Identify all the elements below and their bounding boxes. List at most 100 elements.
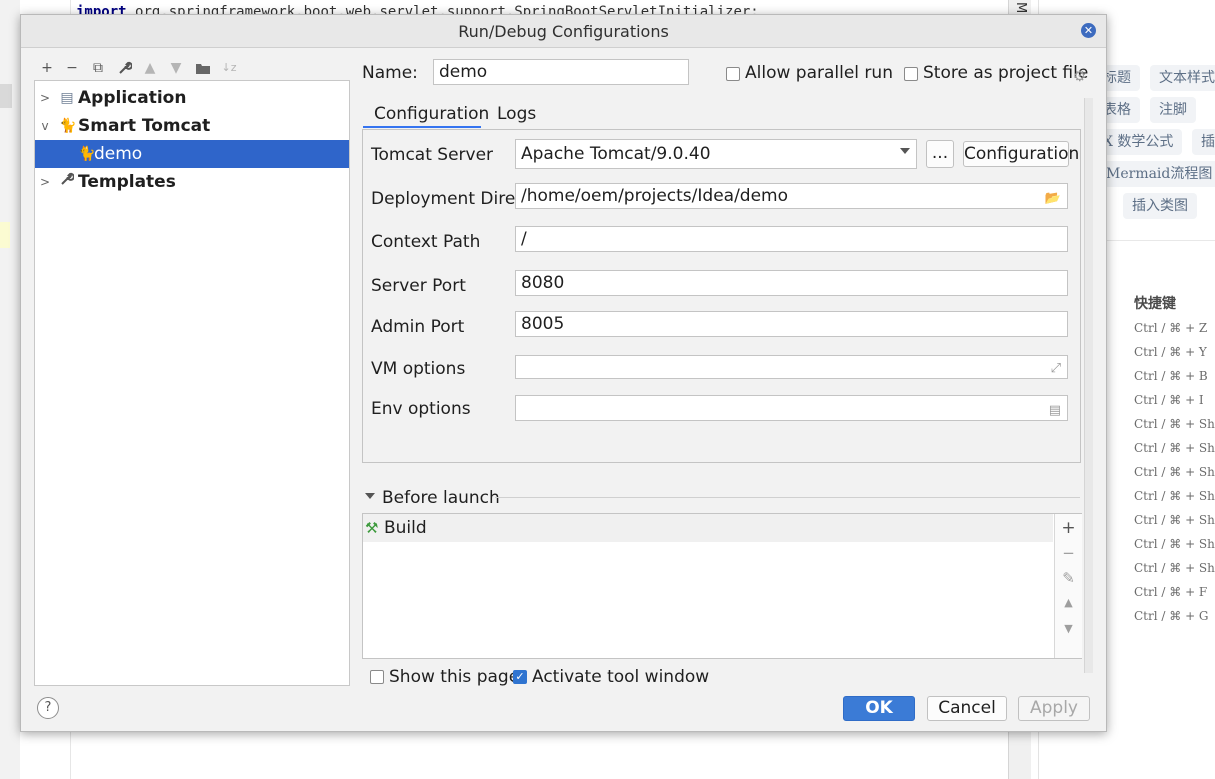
list-item[interactable]: ⚒ Build: [363, 514, 1053, 542]
expand-icon[interactable]: ⤢: [1051, 357, 1061, 378]
tree-item-label: Templates: [78, 172, 176, 192]
shortcut-item: Ctrl / ⌘ + I: [1134, 393, 1204, 407]
shortcut-item: Ctrl / ⌘ + Z: [1134, 321, 1208, 335]
shortcut-item: Ctrl / ⌘ + Shif: [1134, 537, 1215, 551]
hammer-icon: ⚒: [365, 519, 379, 537]
gear-icon[interactable]: ⚙: [1073, 67, 1086, 85]
shortcut-item: Ctrl / ⌘ + Shif: [1134, 465, 1215, 479]
chip-footnote[interactable]: 注脚: [1150, 97, 1196, 123]
activate-tool-label[interactable]: Activate tool window: [532, 667, 709, 687]
shortcut-item: Ctrl / ⌘ + Shif: [1134, 441, 1215, 455]
tomcat-server-label: Tomcat Server: [371, 145, 494, 165]
wrench-icon[interactable]: [115, 58, 135, 78]
document-icon[interactable]: ▤: [1049, 399, 1061, 420]
before-launch-list[interactable]: ⚒ Build + − ✎ ▲ ▼: [362, 513, 1082, 659]
chevron-right-icon[interactable]: >: [39, 84, 51, 112]
shortcut-item: Ctrl / ⌘ + F: [1134, 585, 1208, 599]
folder-icon[interactable]: 📂: [1045, 187, 1061, 208]
tree-item-label: Application: [78, 88, 187, 108]
shortcut-item: Ctrl / ⌘ + G: [1134, 609, 1209, 623]
allow-parallel-checkbox[interactable]: [726, 67, 740, 81]
env-options-label: Env options: [371, 399, 471, 419]
chip-text-style[interactable]: 文本样式: [1150, 65, 1215, 91]
shortcut-item: Ctrl / ⌘ + Shif: [1134, 561, 1215, 575]
before-launch-title[interactable]: Before launch: [382, 488, 500, 508]
allow-parallel-label[interactable]: Allow parallel run: [745, 63, 893, 83]
copy-icon[interactable]: ⧉: [88, 58, 108, 78]
show-page-label[interactable]: Show this page: [389, 667, 519, 687]
deployment-input[interactable]: /home/oem/projects/Idea/demo 📂: [515, 183, 1068, 209]
scrollbar[interactable]: [1084, 98, 1093, 673]
context-path-label: Context Path: [371, 232, 481, 252]
move-up-icon[interactable]: ▲: [1055, 596, 1082, 609]
server-port-input[interactable]: 8080: [515, 270, 1068, 296]
add-icon[interactable]: +: [1055, 518, 1082, 538]
configuration-panel: Tomcat Server Apache Tomcat/9.0.40 ... C…: [362, 129, 1081, 463]
chip-class-diagram[interactable]: 插入类图: [1123, 193, 1197, 219]
show-page-checkbox[interactable]: [370, 670, 384, 684]
tab-configuration[interactable]: Configuration: [374, 104, 489, 124]
configuration-button[interactable]: Configuration: [963, 141, 1079, 167]
store-project-checkbox[interactable]: [904, 67, 918, 81]
help-button[interactable]: ?: [37, 697, 59, 719]
left-gutter: [0, 0, 20, 779]
vm-options-input[interactable]: ⤢: [515, 355, 1068, 379]
tree-item-application[interactable]: > ▤ Application: [35, 84, 349, 112]
tab-logs[interactable]: Logs: [497, 104, 536, 124]
tree-item-smart-tomcat[interactable]: v 🐈 Smart Tomcat: [35, 112, 349, 140]
cancel-button[interactable]: Cancel: [927, 696, 1007, 721]
admin-port-label: Admin Port: [371, 317, 465, 337]
dialog-title: Run/Debug Configurations: [458, 22, 669, 41]
sort-icon[interactable]: ↓z: [219, 58, 239, 78]
move-down-icon[interactable]: ▼: [166, 58, 186, 78]
context-path-input[interactable]: /: [515, 226, 1068, 252]
shortcut-item: Ctrl / ⌘ + Shif: [1134, 417, 1215, 431]
tree-item-label: Smart Tomcat: [78, 116, 211, 136]
edit-icon[interactable]: ✎: [1055, 569, 1082, 587]
chevron-down-icon[interactable]: v: [39, 112, 51, 140]
divider: [495, 497, 1080, 498]
dialog-titlebar[interactable]: Run/Debug Configurations ✕: [21, 15, 1106, 48]
tree-item-label: demo: [94, 144, 143, 164]
env-options-input[interactable]: ▤: [515, 395, 1068, 421]
application-icon: ▤: [60, 90, 74, 106]
move-up-icon[interactable]: ▲: [140, 58, 160, 78]
store-project-label[interactable]: Store as project file: [923, 63, 1088, 83]
shortcut-title: 快捷键: [1134, 296, 1176, 312]
remove-icon[interactable]: −: [62, 58, 82, 78]
chevron-right-icon[interactable]: >: [39, 168, 51, 196]
left-gutter-highlight: [0, 222, 10, 248]
before-launch-toolbar: + − ✎ ▲ ▼: [1054, 514, 1082, 658]
apply-button[interactable]: Apply: [1018, 696, 1090, 721]
move-down-icon[interactable]: ▼: [1055, 622, 1082, 635]
chip-insert[interactable]: 插: [1192, 129, 1215, 155]
activate-tool-checkbox[interactable]: ✓: [513, 670, 527, 684]
close-icon[interactable]: ✕: [1081, 23, 1096, 38]
browse-server-button[interactable]: ...: [926, 140, 954, 168]
tomcat-icon: 🐈: [78, 146, 96, 162]
run-debug-dialog: Run/Debug Configurations ✕ + − ⧉ ▲ ▼ ↓z …: [20, 14, 1107, 732]
name-label: Name:: [362, 63, 418, 83]
folder-icon[interactable]: [193, 58, 213, 78]
shortcut-item: Ctrl / ⌘ + Shif: [1134, 489, 1215, 503]
add-icon[interactable]: +: [37, 58, 57, 78]
tomcat-icon: 🐈: [59, 118, 77, 134]
name-input[interactable]: demo: [433, 59, 689, 85]
ok-button[interactable]: OK: [843, 696, 915, 721]
deployment-value: /home/oem/projects/Idea/demo: [521, 186, 789, 206]
chip-math[interactable]: X 数学公式: [1094, 129, 1183, 155]
tree-item-templates[interactable]: > Templates: [35, 168, 349, 196]
configuration-tree[interactable]: > ▤ Application v 🐈 Smart Tomcat 🐈 demo …: [34, 80, 350, 686]
left-gutter-marker: [0, 84, 12, 108]
tree-item-demo[interactable]: 🐈 demo: [35, 140, 349, 168]
chip-mermaid[interactable]: Mermaid流程图: [1097, 161, 1215, 187]
shortcut-item: Ctrl / ⌘ + B: [1134, 369, 1208, 383]
shortcut-item: Ctrl / ⌘ + Shif: [1134, 513, 1215, 527]
list-item-label: Build: [384, 518, 427, 538]
tomcat-server-select[interactable]: Apache Tomcat/9.0.40: [515, 139, 917, 169]
divider: [1100, 240, 1215, 241]
remove-icon[interactable]: −: [1055, 544, 1082, 562]
admin-port-input[interactable]: 8005: [515, 311, 1068, 337]
tomcat-server-value: Apache Tomcat/9.0.40: [521, 144, 711, 164]
collapse-caret-icon[interactable]: [365, 493, 375, 499]
